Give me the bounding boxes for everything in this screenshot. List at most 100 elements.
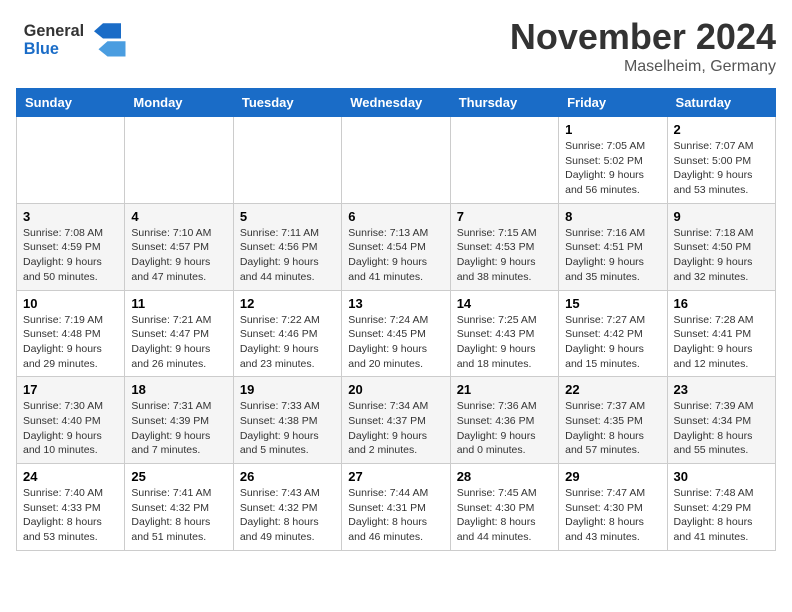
day-number: 20 xyxy=(348,382,443,397)
calendar-week-3: 10 Sunrise: 7:19 AM Sunset: 4:48 PM Dayli… xyxy=(17,290,776,377)
logo-svg: General Blue xyxy=(16,16,136,61)
day-info: Sunrise: 7:44 AM Sunset: 4:31 PM Dayligh… xyxy=(348,486,443,545)
calendar-cell: 12 Sunrise: 7:22 AM Sunset: 4:46 PM Dayli… xyxy=(233,290,341,377)
day-number: 12 xyxy=(240,296,335,311)
day-number: 2 xyxy=(674,122,769,137)
day-number: 18 xyxy=(131,382,226,397)
calendar-week-1: 1 Sunrise: 7:05 AM Sunset: 5:02 PM Daylig… xyxy=(17,117,776,204)
calendar-cell: 4 Sunrise: 7:10 AM Sunset: 4:57 PM Daylig… xyxy=(125,203,233,290)
day-info: Sunrise: 7:16 AM Sunset: 4:51 PM Dayligh… xyxy=(565,226,660,285)
day-info: Sunrise: 7:08 AM Sunset: 4:59 PM Dayligh… xyxy=(23,226,118,285)
day-info: Sunrise: 7:05 AM Sunset: 5:02 PM Dayligh… xyxy=(565,139,660,198)
calendar-cell: 23 Sunrise: 7:39 AM Sunset: 4:34 PM Dayli… xyxy=(667,377,775,464)
day-number: 8 xyxy=(565,209,660,224)
weekday-header-wednesday: Wednesday xyxy=(342,89,450,117)
day-info: Sunrise: 7:37 AM Sunset: 4:35 PM Dayligh… xyxy=(565,399,660,458)
day-info: Sunrise: 7:41 AM Sunset: 4:32 PM Dayligh… xyxy=(131,486,226,545)
calendar-cell: 30 Sunrise: 7:48 AM Sunset: 4:29 PM Dayli… xyxy=(667,464,775,551)
logo: General Blue xyxy=(16,16,136,61)
weekday-header-saturday: Saturday xyxy=(667,89,775,117)
day-number: 1 xyxy=(565,122,660,137)
calendar-cell: 26 Sunrise: 7:43 AM Sunset: 4:32 PM Dayli… xyxy=(233,464,341,551)
calendar-cell: 29 Sunrise: 7:47 AM Sunset: 4:30 PM Dayli… xyxy=(559,464,667,551)
weekday-header-thursday: Thursday xyxy=(450,89,558,117)
calendar-cell: 21Sunrise: 7:36 AM Sunset: 4:36 PM Dayli… xyxy=(450,377,558,464)
day-info: Sunrise: 7:30 AM Sunset: 4:40 PM Dayligh… xyxy=(23,399,118,458)
month-title: November 2024 xyxy=(510,16,776,58)
calendar-cell: 3 Sunrise: 7:08 AM Sunset: 4:59 PM Daylig… xyxy=(17,203,125,290)
day-info: Sunrise: 7:22 AM Sunset: 4:46 PM Dayligh… xyxy=(240,313,335,372)
day-number: 13 xyxy=(348,296,443,311)
day-number: 27 xyxy=(348,469,443,484)
weekday-header-monday: Monday xyxy=(125,89,233,117)
calendar-cell xyxy=(342,117,450,204)
weekday-header-sunday: Sunday xyxy=(17,89,125,117)
day-number: 7 xyxy=(457,209,552,224)
calendar-table: SundayMondayTuesdayWednesdayThursdayFrid… xyxy=(16,88,776,551)
day-info: Sunrise: 7:47 AM Sunset: 4:30 PM Dayligh… xyxy=(565,486,660,545)
calendar-cell: 27 Sunrise: 7:44 AM Sunset: 4:31 PM Dayli… xyxy=(342,464,450,551)
calendar-cell: 28 Sunrise: 7:45 AM Sunset: 4:30 PM Dayli… xyxy=(450,464,558,551)
day-info: Sunrise: 7:39 AM Sunset: 4:34 PM Dayligh… xyxy=(674,399,769,458)
svg-text:Blue: Blue xyxy=(24,40,59,58)
day-info: Sunrise: 7:43 AM Sunset: 4:32 PM Dayligh… xyxy=(240,486,335,545)
day-number: 3 xyxy=(23,209,118,224)
day-info: Sunrise: 7:11 AM Sunset: 4:56 PM Dayligh… xyxy=(240,226,335,285)
day-info: Sunrise: 7:40 AM Sunset: 4:33 PM Dayligh… xyxy=(23,486,118,545)
day-number: 30 xyxy=(674,469,769,484)
weekday-header-row: SundayMondayTuesdayWednesdayThursdayFrid… xyxy=(17,89,776,117)
calendar-cell: 14 Sunrise: 7:25 AM Sunset: 4:43 PM Dayli… xyxy=(450,290,558,377)
calendar-cell: 22 Sunrise: 7:37 AM Sunset: 4:35 PM Dayli… xyxy=(559,377,667,464)
day-info: Sunrise: 7:33 AM Sunset: 4:38 PM Dayligh… xyxy=(240,399,335,458)
calendar-cell xyxy=(17,117,125,204)
weekday-header-friday: Friday xyxy=(559,89,667,117)
day-info: Sunrise: 7:19 AM Sunset: 4:48 PM Dayligh… xyxy=(23,313,118,372)
calendar-cell: 11 Sunrise: 7:21 AM Sunset: 4:47 PM Dayli… xyxy=(125,290,233,377)
calendar-cell: 10 Sunrise: 7:19 AM Sunset: 4:48 PM Dayli… xyxy=(17,290,125,377)
day-info: Sunrise: 7:36 AM Sunset: 4:36 PM Dayligh… xyxy=(457,399,552,458)
day-info: Sunrise: 7:31 AM Sunset: 4:39 PM Dayligh… xyxy=(131,399,226,458)
calendar-cell: 24Sunrise: 7:40 AM Sunset: 4:33 PM Dayli… xyxy=(17,464,125,551)
day-number: 22 xyxy=(565,382,660,397)
calendar-cell: 17Sunrise: 7:30 AM Sunset: 4:40 PM Dayli… xyxy=(17,377,125,464)
calendar-cell: 8 Sunrise: 7:16 AM Sunset: 4:51 PM Daylig… xyxy=(559,203,667,290)
day-number: 19 xyxy=(240,382,335,397)
day-number: 9 xyxy=(674,209,769,224)
day-info: Sunrise: 7:27 AM Sunset: 4:42 PM Dayligh… xyxy=(565,313,660,372)
calendar-cell xyxy=(450,117,558,204)
calendar-cell: 6 Sunrise: 7:13 AM Sunset: 4:54 PM Daylig… xyxy=(342,203,450,290)
day-number: 11 xyxy=(131,296,226,311)
title-block: November 2024 Maselheim, Germany xyxy=(510,16,776,76)
day-info: Sunrise: 7:15 AM Sunset: 4:53 PM Dayligh… xyxy=(457,226,552,285)
day-info: Sunrise: 7:25 AM Sunset: 4:43 PM Dayligh… xyxy=(457,313,552,372)
day-number: 23 xyxy=(674,382,769,397)
calendar-week-4: 17Sunrise: 7:30 AM Sunset: 4:40 PM Dayli… xyxy=(17,377,776,464)
day-info: Sunrise: 7:10 AM Sunset: 4:57 PM Dayligh… xyxy=(131,226,226,285)
calendar-cell: 25 Sunrise: 7:41 AM Sunset: 4:32 PM Dayli… xyxy=(125,464,233,551)
calendar-cell xyxy=(125,117,233,204)
day-info: Sunrise: 7:34 AM Sunset: 4:37 PM Dayligh… xyxy=(348,399,443,458)
day-info: Sunrise: 7:13 AM Sunset: 4:54 PM Dayligh… xyxy=(348,226,443,285)
day-number: 28 xyxy=(457,469,552,484)
day-number: 29 xyxy=(565,469,660,484)
day-info: Sunrise: 7:21 AM Sunset: 4:47 PM Dayligh… xyxy=(131,313,226,372)
day-number: 5 xyxy=(240,209,335,224)
calendar-cell: 5 Sunrise: 7:11 AM Sunset: 4:56 PM Daylig… xyxy=(233,203,341,290)
day-number: 4 xyxy=(131,209,226,224)
calendar-cell: 9Sunrise: 7:18 AM Sunset: 4:50 PM Daylig… xyxy=(667,203,775,290)
day-info: Sunrise: 7:24 AM Sunset: 4:45 PM Dayligh… xyxy=(348,313,443,372)
day-number: 15 xyxy=(565,296,660,311)
day-number: 10 xyxy=(23,296,118,311)
day-info: Sunrise: 7:07 AM Sunset: 5:00 PM Dayligh… xyxy=(674,139,769,198)
day-number: 6 xyxy=(348,209,443,224)
day-number: 26 xyxy=(240,469,335,484)
calendar-cell: 2 Sunrise: 7:07 AM Sunset: 5:00 PM Daylig… xyxy=(667,117,775,204)
day-number: 14 xyxy=(457,296,552,311)
day-info: Sunrise: 7:45 AM Sunset: 4:30 PM Dayligh… xyxy=(457,486,552,545)
calendar-cell: 15 Sunrise: 7:27 AM Sunset: 4:42 PM Dayli… xyxy=(559,290,667,377)
day-number: 25 xyxy=(131,469,226,484)
calendar-cell: 1 Sunrise: 7:05 AM Sunset: 5:02 PM Daylig… xyxy=(559,117,667,204)
calendar-cell: 20 Sunrise: 7:34 AM Sunset: 4:37 PM Dayli… xyxy=(342,377,450,464)
calendar-cell: 19 Sunrise: 7:33 AM Sunset: 4:38 PM Dayli… xyxy=(233,377,341,464)
day-info: Sunrise: 7:48 AM Sunset: 4:29 PM Dayligh… xyxy=(674,486,769,545)
